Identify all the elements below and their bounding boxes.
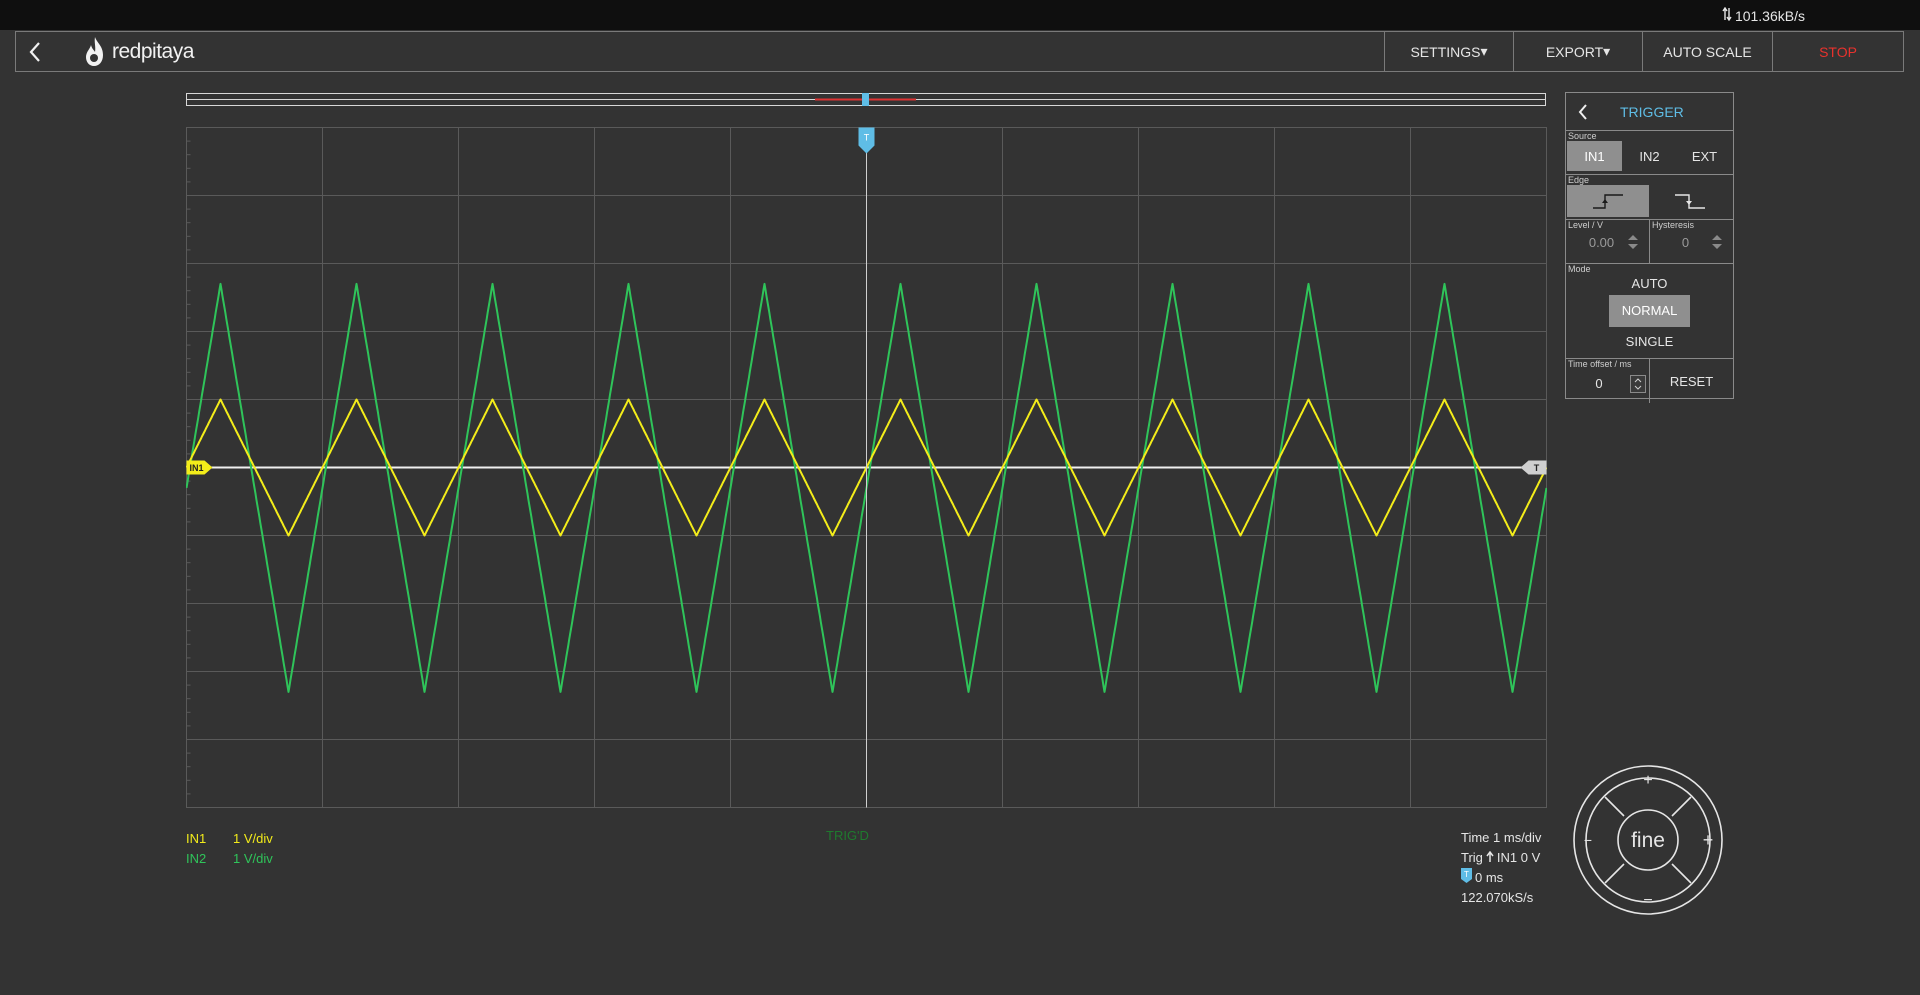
sample-rate: 122.070kS/s (1461, 890, 1534, 905)
caret-down-icon: ▾ (1603, 43, 1611, 59)
transfer-arrows-icon (1722, 6, 1732, 24)
in1-offset-marker[interactable]: IN1 (186, 460, 213, 475)
trig-source: IN1 0 V (1496, 850, 1541, 865)
trigger-level-marker[interactable]: T (1520, 460, 1547, 475)
legend-in2-scale: 1 V/div (233, 850, 273, 866)
source-in2[interactable]: IN2 (1622, 141, 1677, 171)
hysteresis-input[interactable]: 0 (1661, 235, 1711, 250)
legend-in2-name: IN2 (186, 850, 207, 866)
channel-legend: IN1 1 V/div IN2 1 V/div (186, 828, 273, 868)
mode-section: Mode AUTO NORMAL SINGLE (1566, 264, 1733, 359)
trigger-info: Trig IN1 0 V (1461, 848, 1541, 868)
caret-down-icon: ▾ (1480, 43, 1488, 59)
navbar: redpitaya SETTINGS ▾ EXPORT ▾ AUTO SCALE… (15, 31, 1904, 72)
time-per-div: Time 1 ms/div (1461, 830, 1542, 845)
mode-label: Mode (1568, 264, 1591, 274)
panel-back-button[interactable] (1566, 103, 1600, 121)
legend-in1-name: IN1 (186, 830, 207, 846)
mode-single[interactable]: SINGLE (1566, 332, 1733, 352)
falling-edge-button[interactable] (1649, 185, 1731, 217)
back-arrow-icon (1578, 103, 1587, 120)
rising-edge-icon (1486, 848, 1494, 868)
flame-logo-icon (86, 36, 103, 66)
falling-edge-icon (1675, 194, 1705, 209)
export-menu-button[interactable]: EXPORT ▾ (1513, 32, 1642, 71)
wheel-fine-button[interactable]: fine (1631, 829, 1665, 852)
trigger-panel-title: TRIGGER (1620, 103, 1684, 120)
level-spinner-icon[interactable] (1627, 234, 1639, 250)
trig-label: Trig (1461, 850, 1483, 865)
top-status-strip: 101.36kB/s (0, 0, 1920, 30)
back-button[interactable] (16, 32, 54, 71)
fine-control-wheel[interactable]: + − − + fine (1572, 764, 1724, 916)
oscilloscope-plot[interactable]: T IN1 T (186, 127, 1547, 809)
stepper-arrows-icon (1634, 378, 1642, 390)
redpitaya-logo[interactable]: redpitaya (82, 32, 194, 71)
auto-scale-label: AUTO SCALE (1663, 43, 1752, 60)
edge-section: Edge (1566, 175, 1733, 220)
time-offset-label: Time offset / ms (1568, 359, 1632, 369)
source-label: Source (1568, 131, 1597, 141)
svg-text:T: T (864, 133, 870, 143)
svg-text:T: T (1534, 463, 1540, 473)
hysteresis-spinner-icon[interactable] (1711, 234, 1723, 250)
wheel-down-button[interactable]: − (1643, 892, 1652, 909)
trigger-status: TRIG'D (826, 828, 869, 843)
level-control: Level / V 0.00 (1566, 220, 1650, 263)
edge-label: Edge (1568, 175, 1590, 185)
trigger-position-marker[interactable]: T (858, 127, 875, 154)
level-input[interactable]: 0.00 (1577, 235, 1627, 250)
level-hysteresis-section: Level / V 0.00 Hysteresis 0 (1566, 220, 1733, 264)
mode-normal[interactable]: NORMAL (1609, 295, 1690, 327)
level-label: Level / V (1568, 220, 1604, 230)
export-label: EXPORT (1545, 43, 1604, 60)
rising-edge-icon (1593, 194, 1623, 209)
trigger-offset-info: T 0 ms (1461, 867, 1541, 889)
trigger-t-icon: T (1461, 867, 1472, 889)
trigger-panel: TRIGGER Source IN1 IN2 EXT Edge Level / … (1565, 92, 1734, 403)
throughput-indicator: 101.36kB/s (1722, 6, 1805, 24)
throughput-value: 101.36kB/s (1734, 7, 1805, 24)
source-ext[interactable]: EXT (1677, 141, 1732, 171)
source-in1[interactable]: IN1 (1567, 141, 1622, 171)
time-offset-section: Time offset / ms 0 RESET (1566, 359, 1733, 403)
wheel-left-button[interactable]: − (1584, 832, 1592, 848)
reset-button[interactable]: RESET (1650, 359, 1733, 403)
logo-text: redpitaya (112, 39, 194, 63)
settings-label: SETTINGS (1410, 43, 1481, 60)
wheel-right-button[interactable]: + (1703, 830, 1714, 850)
hysteresis-label: Hysteresis (1652, 220, 1695, 230)
auto-scale-button[interactable]: AUTO SCALE (1642, 32, 1772, 71)
legend-in1[interactable]: IN1 1 V/div (186, 828, 273, 848)
legend-in2[interactable]: IN2 1 V/div (186, 848, 273, 868)
source-section: Source IN1 IN2 EXT (1566, 131, 1733, 175)
mode-auto[interactable]: AUTO (1566, 274, 1733, 294)
time-offset-input[interactable]: 0 (1570, 374, 1628, 392)
svg-text:T: T (1464, 870, 1469, 879)
trigger-panel-header: TRIGGER (1566, 93, 1733, 131)
settings-menu-button[interactable]: SETTINGS ▾ (1384, 32, 1513, 71)
legend-in1-scale: 1 V/div (233, 830, 273, 846)
stop-label: STOP (1819, 43, 1857, 60)
rising-edge-button[interactable] (1567, 185, 1649, 217)
buffer-trigger-handle[interactable] (862, 93, 869, 106)
acquisition-info: Time 1 ms/div Trig IN1 0 V T 0 ms 122.07… (1461, 828, 1541, 908)
svg-text:IN1: IN1 (190, 463, 204, 473)
back-arrow-icon (29, 41, 40, 62)
stop-button[interactable]: STOP (1772, 32, 1903, 71)
time-offset-stepper[interactable] (1630, 375, 1646, 393)
wheel-up-button[interactable]: + (1643, 772, 1652, 789)
hysteresis-control: Hysteresis 0 (1650, 220, 1733, 263)
buffer-position-bar[interactable] (186, 93, 1546, 106)
trigger-offset-value: 0 ms (1475, 870, 1504, 885)
